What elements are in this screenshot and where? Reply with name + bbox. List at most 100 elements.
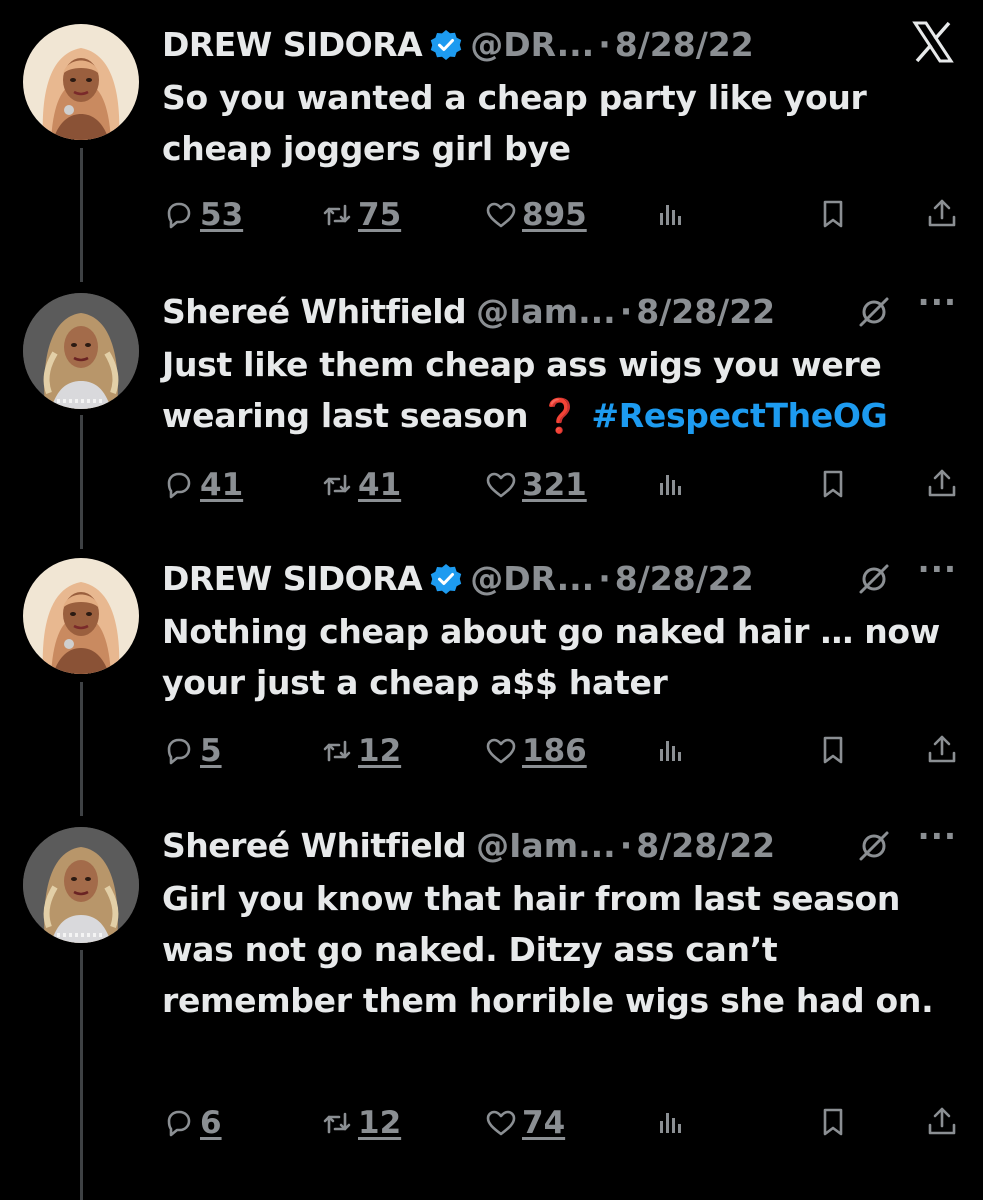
retweet-button[interactable]: 12 — [320, 1105, 401, 1141]
x-logo-icon[interactable] — [911, 20, 955, 64]
retweet-button[interactable]: 12 — [320, 733, 401, 769]
bookmark-button[interactable] — [816, 733, 850, 767]
timestamp[interactable]: 8/28/22 — [636, 289, 775, 335]
display-name[interactable]: Shereé Whitfield — [162, 823, 467, 869]
bookmark-icon — [823, 736, 843, 764]
share-icon — [928, 469, 956, 497]
views-button[interactable] — [652, 1105, 686, 1139]
avatar[interactable] — [23, 293, 139, 409]
tweet-actions: 5 12 186 — [0, 733, 983, 773]
handle[interactable]: @DR... — [470, 22, 594, 68]
retweet-button[interactable]: 75 — [320, 197, 401, 233]
like-button[interactable]: 895 — [484, 197, 587, 233]
tweet-text: Girl you know that hair from last season… — [162, 879, 934, 1020]
more-icon[interactable]: ··· — [918, 283, 957, 321]
tweet-header: DREW SIDORA @DR... · 8/28/22 — [162, 22, 963, 68]
views-icon — [660, 475, 681, 495]
tweet-actions: 41 41 321 — [0, 467, 983, 507]
like-button[interactable]: 186 — [484, 733, 587, 769]
verified-badge-icon — [430, 29, 463, 61]
question-mark-emoji: ❓ — [539, 396, 581, 435]
reply-icon — [167, 472, 191, 499]
reply-button[interactable]: 41 — [162, 467, 243, 503]
grok-icon[interactable] — [857, 562, 891, 596]
avatar[interactable] — [23, 24, 139, 140]
tweet-text: Nothing cheap about go naked hair … now … — [162, 612, 940, 702]
views-icon — [660, 1113, 681, 1133]
bookmark-button[interactable] — [816, 467, 850, 501]
reply-count: 41 — [200, 467, 244, 503]
thread-line — [80, 950, 83, 1200]
share-button[interactable] — [925, 197, 959, 231]
views-button[interactable] — [652, 733, 686, 767]
like-count: 74 — [522, 1105, 566, 1141]
separator: · — [598, 25, 611, 64]
retweet-icon — [323, 204, 351, 226]
share-button[interactable] — [925, 467, 959, 501]
grok-icon[interactable] — [857, 295, 891, 329]
retweet-count: 12 — [358, 733, 402, 769]
retweet-icon — [323, 740, 351, 762]
bookmark-icon — [823, 470, 843, 498]
views-button[interactable] — [652, 467, 686, 501]
timestamp[interactable]: 8/28/22 — [615, 556, 754, 602]
bookmark-icon — [823, 200, 843, 228]
retweet-button[interactable]: 41 — [320, 467, 401, 503]
handle[interactable]: @DR... — [470, 556, 594, 602]
reply-icon — [167, 738, 191, 765]
more-icon[interactable]: ··· — [918, 817, 957, 855]
views-icon — [660, 205, 681, 225]
reply-count: 53 — [200, 197, 244, 233]
display-name[interactable]: DREW SIDORA — [162, 22, 423, 68]
retweet-icon — [323, 1112, 351, 1134]
timestamp[interactable]: 8/28/22 — [636, 823, 775, 869]
timestamp[interactable]: 8/28/22 — [615, 22, 754, 68]
share-icon — [928, 199, 956, 227]
display-name[interactable]: DREW SIDORA — [162, 556, 423, 602]
separator: · — [619, 826, 633, 865]
handle[interactable]: @Iam... — [476, 823, 616, 869]
avatar[interactable] — [23, 558, 139, 674]
separator: · — [619, 292, 633, 331]
avatar[interactable] — [23, 827, 139, 943]
reply-icon — [167, 1110, 191, 1137]
more-icon[interactable]: ··· — [918, 550, 957, 588]
grok-icon[interactable] — [857, 829, 891, 863]
retweet-count: 41 — [358, 467, 402, 503]
reply-button[interactable]: 53 — [162, 197, 243, 233]
tweet-header: Shereé Whitfield @Iam... · 8/28/22 — [162, 289, 963, 335]
tweet-text: So you wanted a cheap party like your ch… — [162, 78, 867, 168]
tweet-actions: 6 12 74 — [0, 1105, 983, 1145]
tweet-text: Just like them cheap ass wigs you were w… — [162, 339, 943, 441]
display-name[interactable]: Shereé Whitfield — [162, 289, 467, 335]
tweet-actions: 53 75 895 — [0, 197, 983, 237]
like-icon — [486, 738, 516, 764]
like-icon — [486, 202, 516, 228]
separator: · — [598, 559, 611, 598]
retweet-count: 12 — [358, 1105, 402, 1141]
like-button[interactable]: 321 — [484, 467, 587, 503]
verified-badge-icon — [430, 563, 463, 595]
reply-count: 5 — [200, 733, 222, 769]
tweet-header: DREW SIDORA @DR... · 8/28/22 — [162, 556, 963, 602]
bookmark-icon — [823, 1108, 843, 1136]
tweet-header: Shereé Whitfield @Iam... · 8/28/22 — [162, 823, 963, 869]
views-icon — [660, 741, 681, 761]
like-icon — [486, 472, 516, 498]
share-button[interactable] — [925, 1105, 959, 1139]
like-icon — [486, 1110, 516, 1136]
retweet-icon — [323, 474, 351, 496]
share-icon — [928, 1107, 956, 1135]
retweet-count: 75 — [358, 197, 402, 233]
handle[interactable]: @Iam... — [476, 289, 616, 335]
reply-count: 6 — [200, 1105, 222, 1141]
hashtag-link[interactable]: #RespectTheOG — [591, 396, 887, 435]
bookmark-button[interactable] — [816, 197, 850, 231]
share-button[interactable] — [925, 733, 959, 767]
reply-button[interactable]: 5 — [162, 733, 222, 769]
like-count: 895 — [522, 197, 587, 233]
like-button[interactable]: 74 — [484, 1105, 565, 1141]
reply-button[interactable]: 6 — [162, 1105, 222, 1141]
bookmark-button[interactable] — [816, 1105, 850, 1139]
views-button[interactable] — [652, 197, 686, 231]
